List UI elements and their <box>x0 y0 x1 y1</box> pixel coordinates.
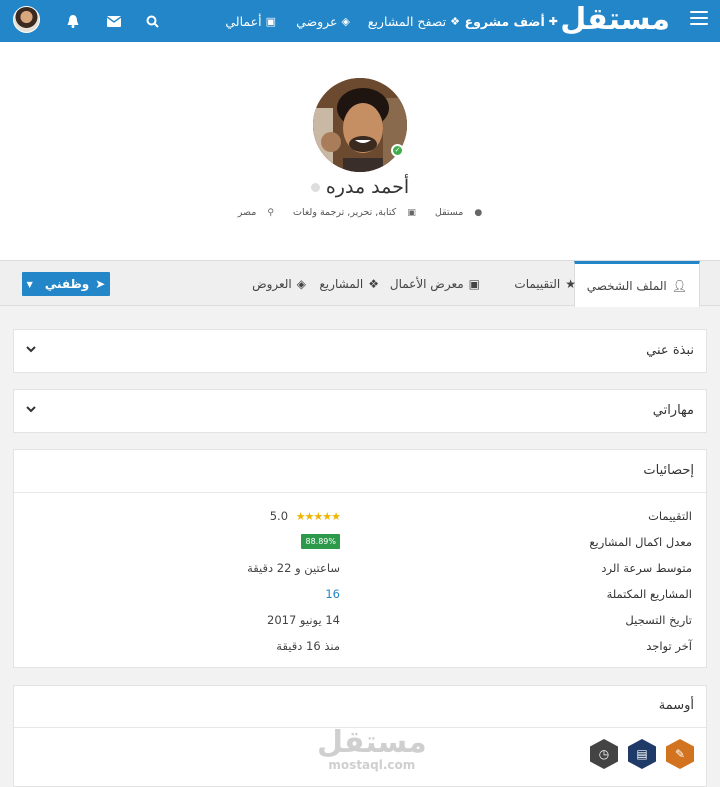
stat-last-seen-label: آخر تواجد <box>646 639 692 653</box>
tab-profile-label: الملف الشخصي <box>586 278 667 293</box>
profile-header: ✓ أحمد مدره ● مستقل ▣ كتابة, تحرير, ترجم… <box>0 42 720 260</box>
chevron-down-icon[interactable] <box>26 405 36 416</box>
tab-projects-label: المشاريع <box>319 276 364 291</box>
stat-completion-value: 88.89% <box>301 534 340 551</box>
tab-portfolio[interactable]: ▣ معرض الأعمال <box>378 261 492 306</box>
divider <box>14 492 706 493</box>
skills-title: مهاراتي <box>652 403 694 418</box>
stat-completion-label: معدل اكمال المشاريع <box>589 535 692 549</box>
stat-rating-value: ★★★★★ 5.0 <box>269 509 341 523</box>
presence-dot <box>310 183 320 192</box>
stat-response-value: ساعتين و 22 دقيقة <box>247 561 340 575</box>
tab-offers[interactable]: ◈ العروض <box>240 261 318 306</box>
profile-name-row: أحمد مدره <box>0 176 720 198</box>
user-avatar[interactable] <box>13 6 40 33</box>
skills-panel[interactable]: مهاراتي <box>13 389 707 433</box>
stat-response-label: متوسط سرعة الرد <box>601 561 692 575</box>
stat-registered-value: 14 يونيو 2017 <box>267 613 340 627</box>
profile-meta: ● مستقل ▣ كتابة, تحرير, ترجمة ولغات ⚲ مص… <box>0 207 720 218</box>
nav-add-project-label: أضف مشروع <box>464 13 545 29</box>
briefcase-icon: ▣ <box>407 208 416 218</box>
stat-rating: التقييمات ★★★★★ 5.0 <box>26 507 692 527</box>
nav-browse-projects[interactable]: ❖ تصفح المشاريع <box>368 0 460 42</box>
plus-icon: ✚ <box>548 14 558 28</box>
rating-number: 5.0 <box>269 509 289 523</box>
stat-completion: معدل اكمال المشاريع 88.89% <box>26 533 692 553</box>
about-panel[interactable]: نبذة عني <box>13 329 707 373</box>
stat-rating-label: التقييمات <box>648 509 692 523</box>
user-icon: ● <box>474 208 483 218</box>
stat-last-seen: آخر تواجد منذ 16 دقيقة <box>26 637 692 657</box>
stats-panel: إحصائيات التقييمات ★★★★★ 5.0 معدل اكمال … <box>13 449 707 668</box>
map-marker-icon: ⚲ <box>267 208 274 218</box>
stat-completed: المشاريع المكتملة 16 <box>26 585 692 605</box>
nav-browse-projects-label: تصفح المشاريع <box>367 13 447 29</box>
tab-projects[interactable]: ❖ المشاريع <box>307 261 391 306</box>
tab-offers-label: العروض <box>252 276 292 291</box>
completion-badge: 88.89% <box>301 534 340 549</box>
cubes-icon: ❖ <box>450 14 460 28</box>
badges-list: ◷ ▤ ✎ <box>590 739 694 769</box>
menu-icon[interactable] <box>690 11 708 25</box>
profile-country: مصر <box>237 207 257 218</box>
profile-specialty: كتابة, تحرير, ترجمة ولغات <box>293 207 397 218</box>
paper-plane-icon: ➤ <box>95 277 106 291</box>
tab-reviews[interactable]: ★ التقييمات <box>502 261 588 306</box>
profile-tabs: 👤︎ الملف الشخصي ★ التقييمات ▣ معرض الأعم… <box>0 260 720 307</box>
nav-add-project[interactable]: ✚ أضف مشروع <box>465 0 558 42</box>
stat-last-seen-value: منذ 16 دقيقة <box>276 639 340 653</box>
nav-my-work-label: أعمالي <box>225 13 262 29</box>
chevron-down-icon[interactable] <box>26 345 36 356</box>
stat-registered: تاريخ التسجيل 14 يونيو 2017 <box>26 611 692 631</box>
tab-reviews-label: التقييمات <box>514 276 561 291</box>
stat-completed-label: المشاريع المكتملة <box>606 587 692 601</box>
briefcase-icon: ▣ <box>468 276 480 291</box>
about-title: نبذة عني <box>646 343 694 358</box>
stat-registered-label: تاريخ التسجيل <box>625 613 692 627</box>
hire-me-label: وظفني <box>44 277 90 291</box>
watermark-url: mostaql.com <box>328 758 416 772</box>
nav-my-offers[interactable]: ◈ عروضي <box>296 0 350 42</box>
top-navbar: مستقل ✚ أضف مشروع ❖ تصفح المشاريع ◈ عروض… <box>0 0 720 42</box>
briefcase-icon: ▣ <box>265 14 276 28</box>
stats-title: إحصائيات <box>643 463 694 478</box>
watermark-logo: مستقل <box>317 725 427 760</box>
star-icon: ★ <box>565 276 576 291</box>
profile-role: مستقل <box>434 207 464 218</box>
hire-me-button[interactable]: ➤ وظفني ▼ <box>22 272 110 296</box>
envelope-icon[interactable] <box>104 0 124 42</box>
watermark: مستقل mostaql.com <box>317 725 427 773</box>
bell-icon[interactable] <box>63 0 83 42</box>
document-icon[interactable]: ✎ <box>666 739 694 769</box>
search-icon[interactable] <box>142 0 162 42</box>
stat-response: متوسط سرعة الرد ساعتين و 22 دقيقة <box>26 559 692 579</box>
badges-panel: أوسمة ◷ ▤ ✎ مستقل mostaql.com <box>13 685 707 787</box>
badges-title: أوسمة <box>658 698 694 713</box>
site-logo[interactable]: مستقل <box>560 2 671 38</box>
online-check-icon: ✓ <box>391 144 404 157</box>
tab-portfolio-label: معرض الأعمال <box>389 276 464 291</box>
profile-name: أحمد مدره <box>325 176 410 198</box>
tag-icon: ◈ <box>296 276 306 291</box>
tag-icon: ◈ <box>341 14 350 28</box>
nav-my-offers-label: عروضي <box>296 13 338 29</box>
user-icon: 👤︎ <box>671 278 687 293</box>
tab-profile[interactable]: 👤︎ الملف الشخصي <box>573 261 700 307</box>
wallet-icon[interactable]: ▤ <box>628 739 656 769</box>
clock-icon[interactable]: ◷ <box>590 739 618 769</box>
nav-my-work[interactable]: ▣ أعمالي <box>225 0 276 42</box>
caret-down-icon: ▼ <box>26 279 33 289</box>
profile-avatar <box>313 78 407 172</box>
cubes-icon: ❖ <box>368 276 379 291</box>
stat-completed-value[interactable]: 16 <box>325 587 340 601</box>
rating-stars-icon: ★★★★★ <box>295 510 341 523</box>
